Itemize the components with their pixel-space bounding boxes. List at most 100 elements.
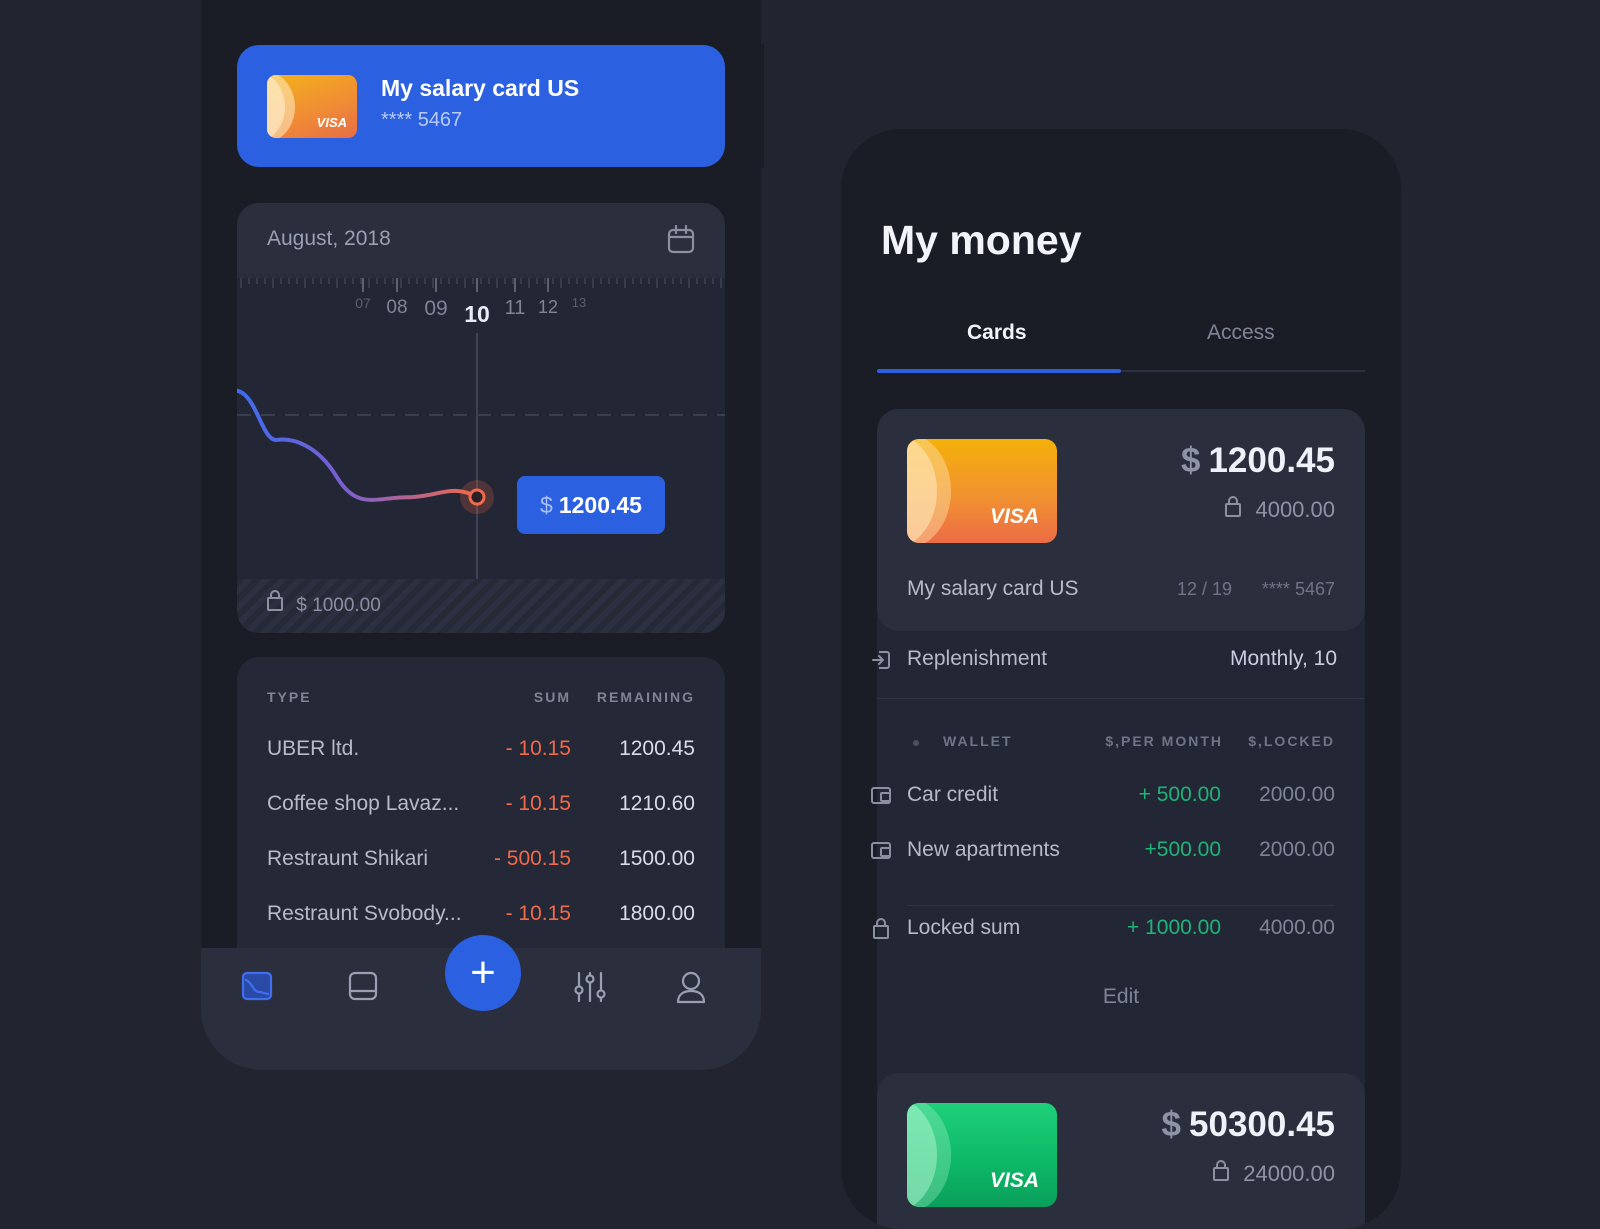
wallet-locked: 2000.00 — [1259, 838, 1335, 861]
wallet-name: Car credit — [907, 783, 999, 806]
day-label[interactable]: 07 — [355, 295, 371, 311]
divider — [907, 905, 1335, 906]
selected-card-banner[interactable]: VISA My salary card US **** 5467 — [237, 45, 725, 167]
col-per-month: $,PER MONTH — [1105, 733, 1223, 749]
calendar-icon[interactable] — [667, 225, 695, 255]
tab-active-indicator — [877, 369, 1121, 373]
day-label[interactable]: 09 — [424, 297, 447, 321]
tx-type: Restraunt Shikari — [267, 847, 429, 870]
card-thumbnail: VISA — [267, 75, 357, 138]
wallet-per-month: + 500.00 — [1138, 783, 1221, 806]
plus-icon: + — [470, 948, 496, 997]
locked-value: 24000.00 — [1243, 1161, 1335, 1186]
lock-icon — [267, 590, 283, 611]
card-locked: 24000.00 — [1213, 1160, 1335, 1187]
day-label[interactable]: 11 — [505, 297, 526, 320]
currency-sign: $ — [540, 491, 553, 518]
day-ruler[interactable] — [237, 278, 725, 294]
replenishment-value: Monthly, 10 — [1230, 647, 1337, 670]
sliders-icon[interactable] — [573, 970, 607, 1004]
card-number: **** 5467 — [381, 109, 463, 131]
card-image: VISA — [907, 439, 1057, 543]
table-row[interactable]: Restraunt Shikari - 500.15 1500.00 — [267, 847, 695, 887]
add-button[interactable]: + — [445, 935, 521, 1011]
lock-icon — [1225, 496, 1242, 517]
tx-remaining: 1210.60 — [619, 792, 695, 815]
selected-value: 1200.45 — [558, 491, 642, 518]
page-title: My money — [881, 217, 1082, 263]
balance-value: 1200.45 — [1208, 441, 1335, 480]
visa-logo: VISA — [989, 1169, 1039, 1192]
table-row[interactable]: Coffee shop Lavaz... - 10.15 1210.60 — [267, 792, 695, 832]
wallet-locked: 2000.00 — [1259, 783, 1335, 806]
visa-logo: VISA — [989, 505, 1039, 528]
edit-button[interactable]: Edit — [877, 985, 1365, 1009]
day-label[interactable]: 10 — [464, 301, 490, 328]
right-phone-screen: My money Cards Access VISA $1200.45 4000… — [841, 129, 1401, 1229]
table-row[interactable]: UBER ltd. - 10.15 1200.45 — [267, 737, 695, 777]
day-label[interactable]: 13 — [572, 295, 586, 310]
col-type: TYPE — [267, 689, 312, 705]
graph-header: August, 2018 — [237, 203, 725, 278]
locked-amount: $ 1000.00 — [296, 595, 381, 616]
tx-sum: - 10.15 — [505, 902, 571, 925]
card-summary[interactable]: VISA $1200.45 4000.00 My salary card US … — [877, 409, 1365, 631]
wallet-icon — [871, 787, 891, 804]
dot-icon — [913, 740, 919, 746]
wallet-row[interactable]: New apartments +500.00 2000.00 — [871, 838, 1335, 870]
chart-icon[interactable] — [241, 970, 273, 1002]
card-image: VISA — [907, 1103, 1057, 1207]
col-wallet: WALLET — [943, 733, 1013, 749]
tx-type: UBER ltd. — [267, 737, 360, 760]
visa-logo: VISA — [316, 115, 347, 130]
card-balance: $50300.45 — [1162, 1105, 1335, 1145]
lock-icon — [873, 918, 889, 939]
card-expiry: 12 / 19 — [1177, 579, 1233, 599]
locked-sum-row: Locked sum + 1000.00 4000.00 — [873, 916, 1335, 948]
balance-graph-card: August, 2018 07 08 09 10 11 12 13 $ 1200.45 — [237, 203, 725, 633]
next-card-peek[interactable] — [744, 44, 764, 168]
wallet-icon — [871, 842, 891, 859]
locked-value: 4000.00 — [1255, 497, 1335, 522]
card-balance: $1200.45 — [1181, 441, 1335, 481]
replenish-icon — [872, 651, 890, 669]
currency-sign: $ — [1161, 1105, 1182, 1144]
tx-type: Coffee shop Lavaz... — [267, 792, 460, 815]
locked-sum-total: 4000.00 — [1259, 916, 1335, 939]
card-locked: 4000.00 — [1225, 496, 1335, 523]
tx-remaining: 1800.00 — [619, 902, 695, 925]
left-phone-screen: VISA My salary card US **** 5467 August,… — [201, 0, 761, 1070]
balance-series-line — [237, 388, 479, 502]
col-locked: $,LOCKED — [1248, 733, 1335, 749]
day-label[interactable]: 08 — [386, 297, 407, 319]
tx-sum: - 10.15 — [505, 737, 571, 760]
card-icon[interactable] — [347, 970, 379, 1002]
locked-label: $ 1000.00 — [267, 590, 381, 617]
selected-value-tooltip: $ 1200.45 — [517, 476, 665, 534]
currency-sign: $ — [1181, 441, 1201, 480]
replenishment-label: Replenishment — [907, 647, 1048, 670]
tab-cards[interactable]: Cards — [967, 321, 1027, 345]
tx-sum: - 10.15 — [505, 792, 571, 815]
col-remaining: REMAINING — [596, 689, 695, 705]
graph-month: August, 2018 — [267, 227, 391, 250]
tx-remaining: 1500.00 — [619, 847, 695, 870]
tx-remaining: 1200.45 — [619, 737, 695, 760]
locked-sum-per-month: + 1000.00 — [1126, 916, 1221, 939]
day-label[interactable]: 12 — [538, 297, 558, 318]
lock-icon — [1213, 1160, 1230, 1181]
balance-line-chart — [237, 333, 725, 583]
wallet-name: New apartments — [907, 838, 1060, 861]
selected-point — [468, 488, 486, 506]
tab-access[interactable]: Access — [1207, 321, 1275, 345]
divider — [877, 698, 1365, 699]
second-card-summary[interactable]: VISA $50300.45 24000.00 — [877, 1073, 1365, 1229]
col-sum: SUM — [533, 689, 571, 705]
tx-sum: - 500.15 — [493, 847, 571, 870]
user-icon[interactable] — [675, 970, 707, 1004]
locked-sum-label: Locked sum — [907, 916, 1021, 939]
wallet-per-month: +500.00 — [1144, 838, 1222, 861]
card-title: My salary card US — [381, 75, 580, 101]
wallet-row[interactable]: Car credit + 500.00 2000.00 — [871, 783, 1335, 815]
tx-type: Restraunt Svobody... — [267, 902, 462, 925]
